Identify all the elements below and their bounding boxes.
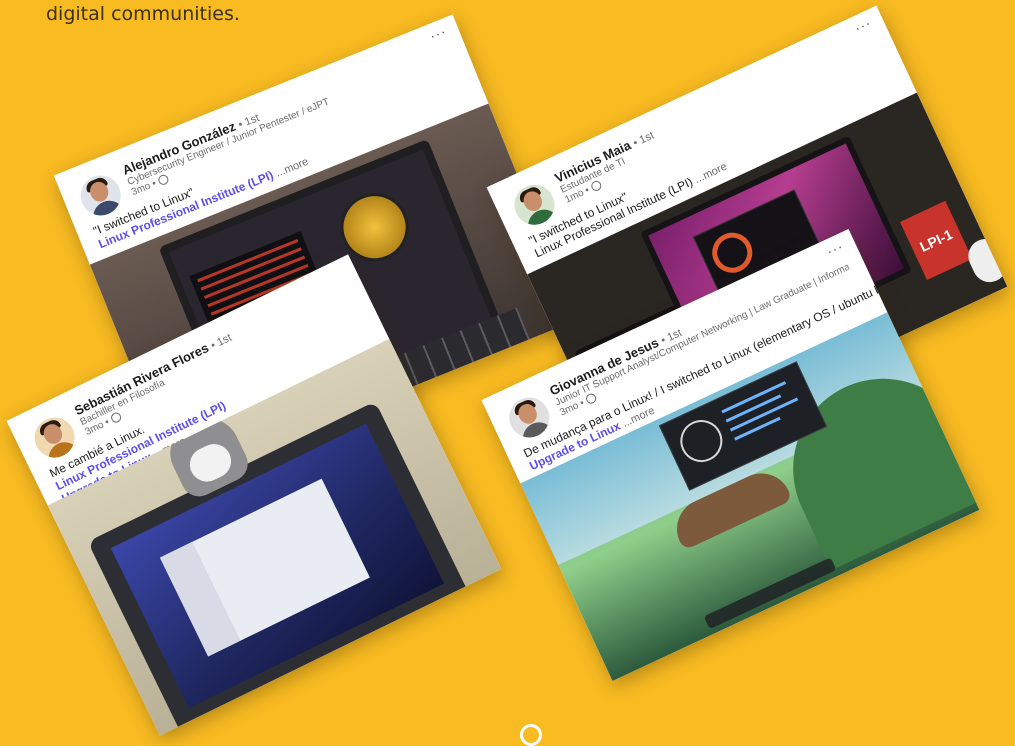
globe-icon — [589, 179, 603, 193]
elementary-logo-icon — [673, 413, 730, 469]
intro-text: digital communities. — [46, 3, 240, 25]
globe-icon — [108, 411, 123, 425]
globe-icon — [584, 392, 598, 406]
ubuntu-logo-icon — [705, 226, 759, 280]
dock[interactable] — [703, 557, 837, 630]
decorative-ring-icon — [520, 724, 542, 746]
globe-icon — [156, 173, 170, 187]
